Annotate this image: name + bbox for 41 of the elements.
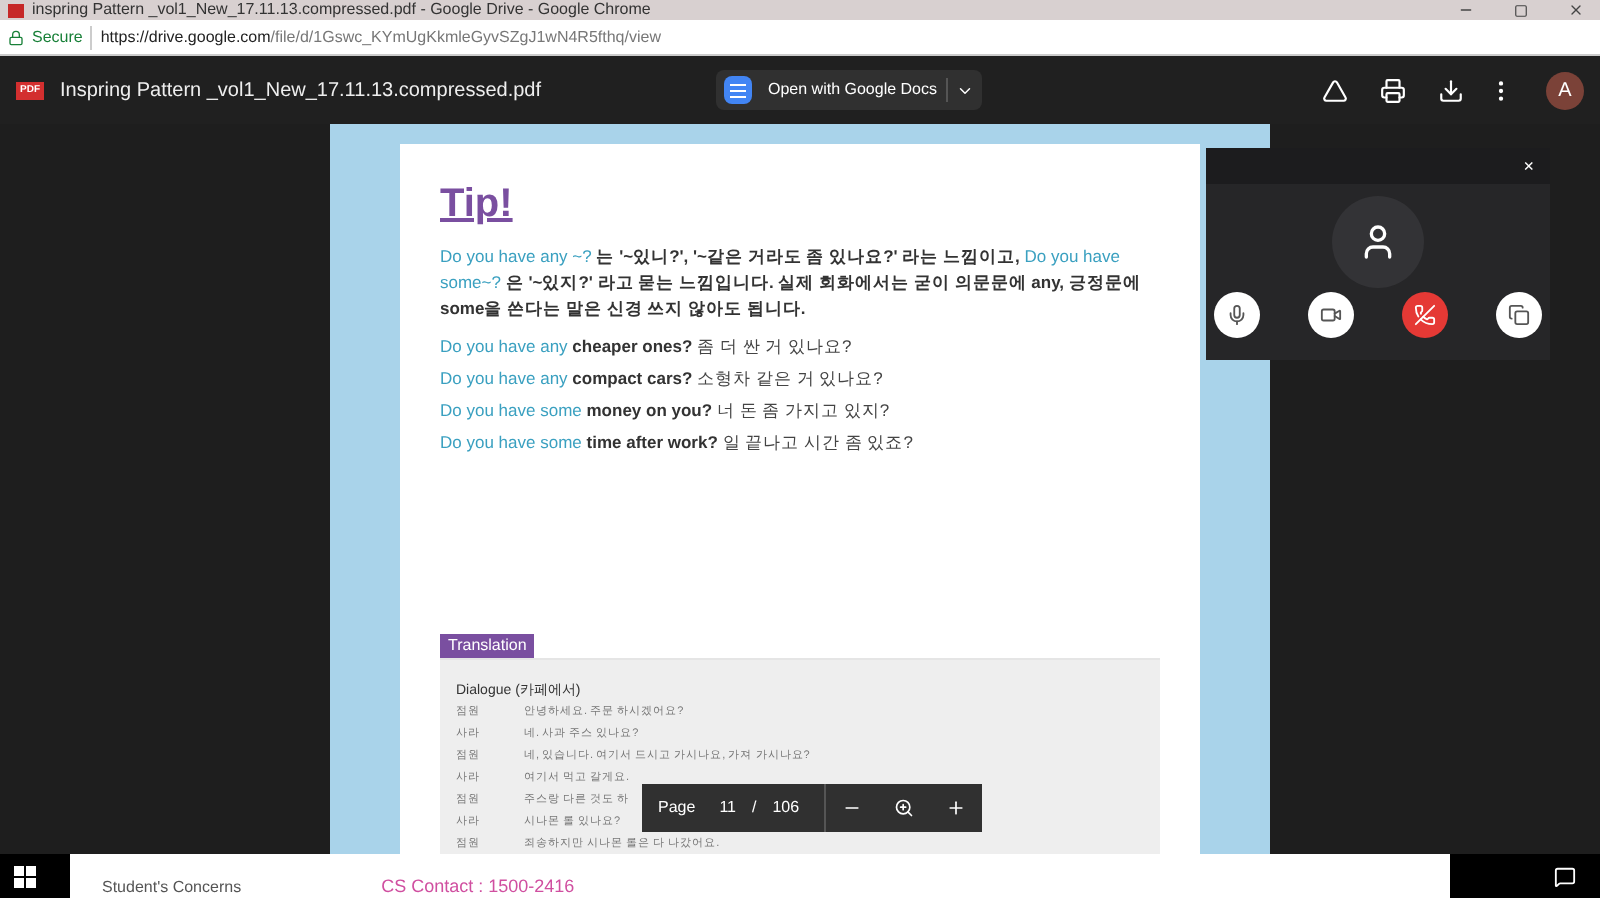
example-sentence: Do you have some money on you? 너 돈 좀 가지고 있지?: [440, 398, 892, 424]
page-number[interactable]: 11: [719, 796, 736, 820]
page-separator: /: [752, 796, 757, 820]
notification-icon[interactable]: [1554, 865, 1576, 887]
hang-up-icon: [1414, 304, 1436, 326]
address-bar[interactable]: Secure https://drive.google.com/file/d/1Gswc_KYmUgKkmleGyvSZgJ1wN4R5fthq/view: [0, 20, 1600, 56]
docs-icon: [724, 76, 752, 104]
hang-up-button[interactable]: [1402, 292, 1448, 338]
example-sentence: Do you have any compact cars? 소형차 같은 거 있나요?: [440, 366, 885, 392]
open-with-label: Open with Google Docs: [760, 78, 947, 102]
tip-paragraph: Do you have any ~? 는 '~있니?', '~같은 거라도 좀 있나요?' 라는 느낌이고, Do you have some~? 은 '~있지?' 라고 묻는 느낌입니다. 실제 회화에서는 굳이 의문문에 any, 긍정문에 some을 쓴다는 말은 신경 쓰지 않아도 됩니다.: [440, 244, 1143, 322]
translation-tag: Translation: [440, 634, 535, 658]
microphone-icon: [1226, 304, 1248, 326]
page-label: Page: [658, 796, 696, 820]
security-label: Secure: [32, 25, 93, 49]
window-label: Student's Concerns: [102, 878, 242, 898]
camera-button[interactable]: [1308, 292, 1354, 338]
open-with-button[interactable]: Open with Google Docs: [716, 70, 981, 110]
print-icon[interactable]: [1380, 77, 1406, 103]
windows-start-icon[interactable]: [14, 865, 36, 887]
close-icon[interactable]: [1568, 2, 1584, 18]
contact-text: CS Contact : 1500-2416: [381, 876, 575, 898]
download-icon[interactable]: [1438, 77, 1464, 103]
url-text: https://drive.google.com/file/d/1Gswc_KYmUgKkmleGyvSZgJ1wN4R5fthq/view: [100, 25, 661, 49]
mic-button[interactable]: [1214, 292, 1260, 338]
zoom-icon[interactable]: [893, 798, 914, 818]
popout-button[interactable]: [1496, 292, 1542, 338]
avatar[interactable]: A: [1546, 71, 1584, 109]
restore-icon[interactable]: [1514, 3, 1528, 17]
camera-icon: [1320, 304, 1342, 326]
example-sentence: Do you have any cheaper ones? 좀 더 싼 거 있나요?: [440, 334, 854, 360]
window-title: inspring Pattern _vol1_New_17.11.13.compressed.pdf - Google Drive - Google Chrome: [32, 0, 653, 20]
pdf-icon: [8, 3, 24, 17]
file-name: Inspring Pattern _vol1_New_17.11.13.compressed.pdf: [60, 77, 544, 105]
lock-icon: [8, 29, 24, 45]
example-sentence: Do you have some time after work? 일 끝나고 시간 좀 있죠?: [440, 430, 915, 456]
tip-heading: Tip!: [440, 180, 513, 228]
zoom-in-icon[interactable]: [945, 798, 966, 818]
page-total: 106: [772, 784, 826, 832]
close-button[interactable]: ×: [1523, 157, 1534, 175]
popout-icon: [1508, 304, 1530, 326]
